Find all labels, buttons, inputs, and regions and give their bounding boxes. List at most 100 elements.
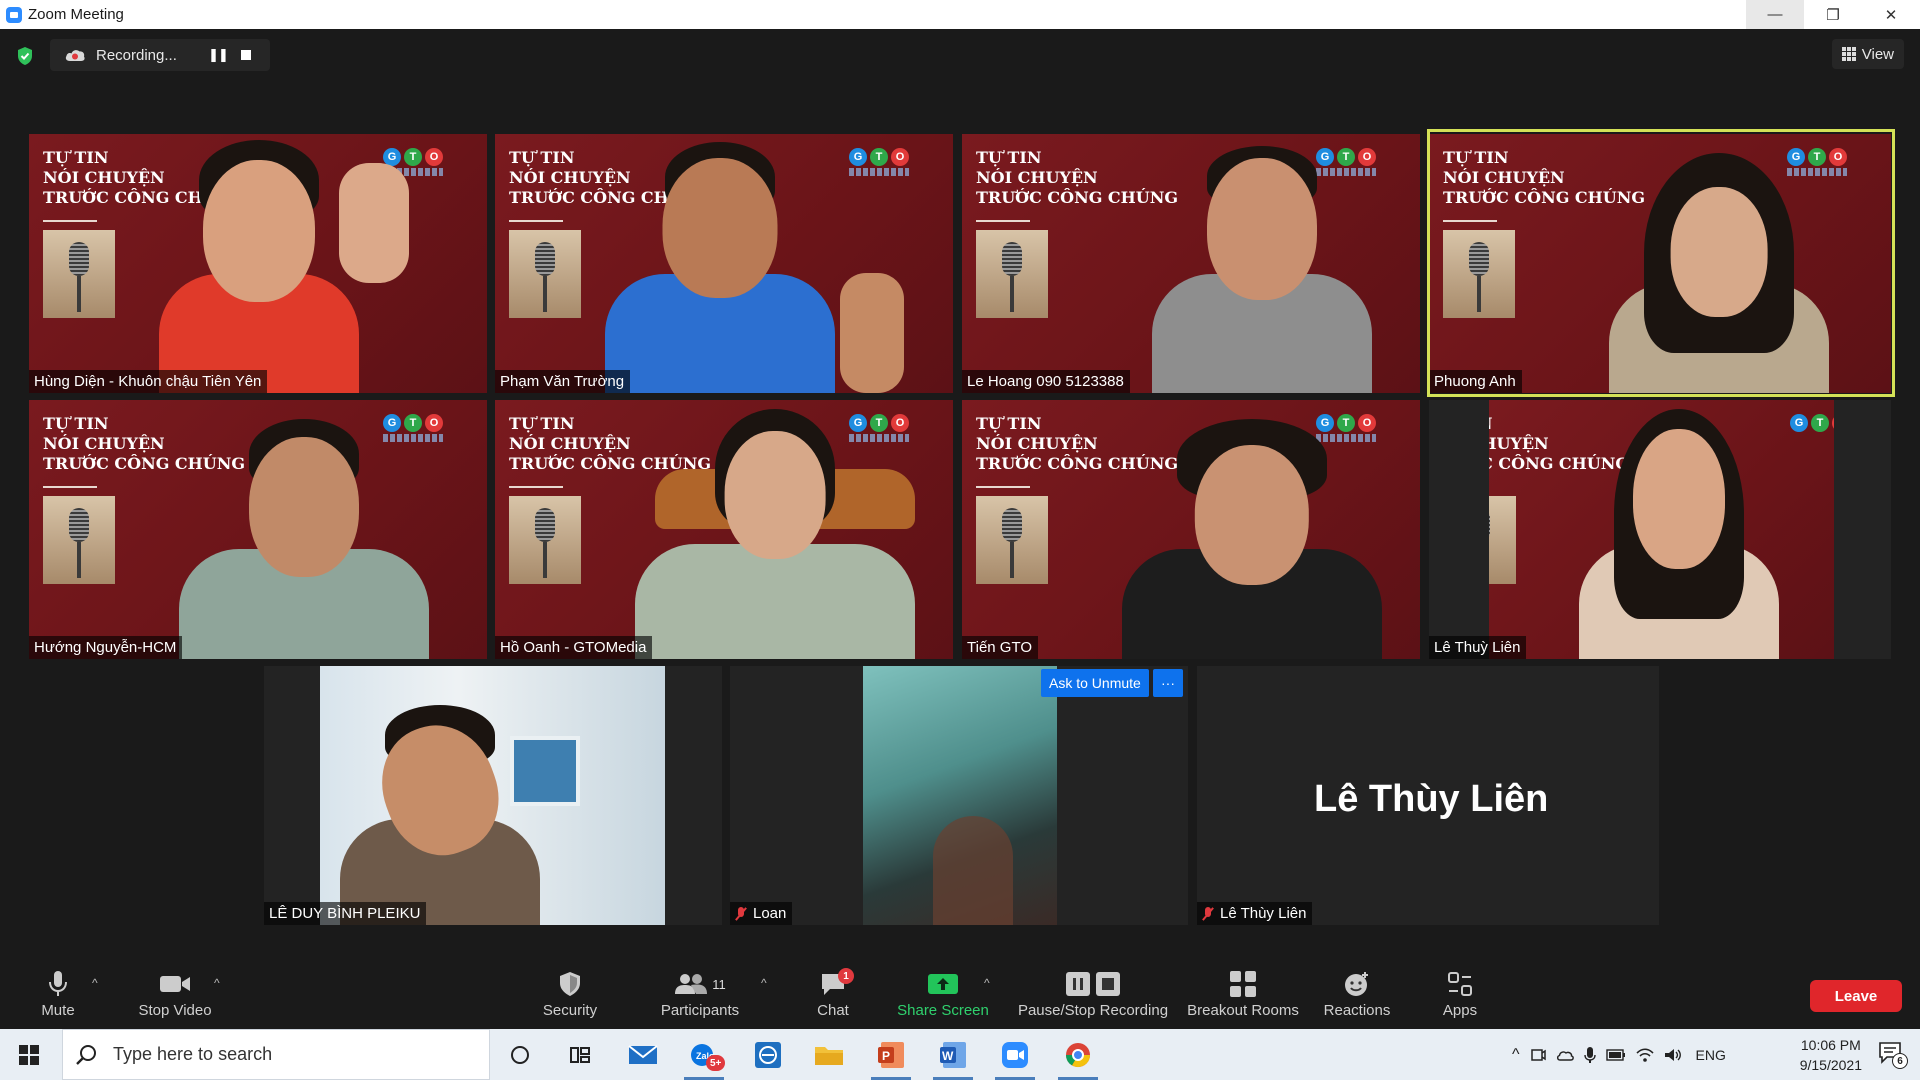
muted-mic-icon <box>735 906 747 921</box>
slide-divider <box>43 486 97 488</box>
mail-app[interactable] <box>615 1029 671 1080</box>
zoom-app[interactable] <box>987 1029 1043 1080</box>
reactions-button[interactable]: Reactions <box>1317 958 1397 1029</box>
teamviewer-app[interactable] <box>740 1029 796 1080</box>
battery-icon[interactable] <box>1605 1048 1626 1061</box>
apps-button[interactable]: Apps <box>1430 958 1490 1029</box>
zalo-badge: 5+ <box>706 1055 726 1071</box>
minimize-button[interactable]: — <box>1746 0 1804 29</box>
wifi-icon[interactable] <box>1635 1047 1654 1063</box>
video-tile[interactable]: TỰ TIN NÓI CHUYỆN TRƯỚC CÔNG CHÚNG GTO Phạ… <box>495 134 953 393</box>
share-screen-button[interactable]: Share Screen <box>893 958 993 1029</box>
close-button[interactable]: ✕ <box>1862 0 1920 29</box>
pause-recording-button[interactable]: ❚❚ <box>204 47 232 63</box>
clock-time: 10:06 PM <box>1800 1037 1861 1053</box>
language-indicator[interactable]: ENG <box>1696 1047 1726 1063</box>
word-app[interactable]: W <box>925 1029 981 1080</box>
participant-video <box>1579 409 1779 659</box>
stop-icon <box>241 50 251 60</box>
mute-button[interactable]: Mute <box>30 958 86 1029</box>
meet-now-icon[interactable] <box>1530 1047 1546 1063</box>
video-tile[interactable]: TỰ TIN NÓI CHUYỆN TRƯỚC CÔNG CHÚNG GTO Tiế… <box>962 400 1420 659</box>
breakout-rooms-button[interactable]: Breakout Rooms <box>1183 958 1303 1029</box>
powerpoint-app[interactable]: P <box>863 1029 919 1080</box>
video-tile[interactable]: LÊ DUY BÌNH PLEIKU <box>264 666 722 925</box>
task-view-button[interactable] <box>552 1029 608 1080</box>
powerpoint-icon: P <box>878 1041 904 1068</box>
participant-name: Hồ Oanh - GTOMedia <box>495 636 653 659</box>
chrome-app[interactable] <box>1050 1029 1106 1080</box>
participant-name: Lê Thuỳ Liên <box>1429 636 1527 659</box>
participant-name: Hướng Nguyễn-HCM <box>29 636 183 659</box>
participant-name: Loan <box>753 905 787 922</box>
start-button[interactable] <box>0 1029 58 1080</box>
zalo-app[interactable]: Zalo 5+ <box>676 1029 732 1080</box>
audio-options-caret[interactable]: ^ <box>92 976 98 990</box>
video-tile[interactable]: TỰ TIN NÓI CHUYỆN TRƯỚC CÔNG CHÚNG GTO Le … <box>962 134 1420 393</box>
participant-name: LÊ DUY BÌNH PLEIKU <box>264 902 427 925</box>
video-camera-icon <box>160 976 190 992</box>
participants-button[interactable]: 11 Participants <box>655 958 745 1029</box>
taskbar-search-input[interactable]: Type here to search <box>62 1029 490 1080</box>
video-tile[interactable]: TỰ TIN NÓI CHUYỆN TRƯỚC CÔNG CHÚNG GTO Hùn… <box>29 134 487 393</box>
logo-tagline <box>849 168 909 176</box>
slide-divider <box>509 486 563 488</box>
waving-hand <box>339 163 419 313</box>
leave-button[interactable]: Leave <box>1810 980 1902 1012</box>
video-tile[interactable]: Lê Thùy Liên Lê Thùy Liên <box>1197 666 1659 925</box>
video-options-caret[interactable]: ^ <box>214 976 220 990</box>
clock-date: 9/15/2021 <box>1799 1057 1862 1073</box>
system-tray: ^ ENG <box>1512 1029 1726 1080</box>
microphone-tray-icon[interactable] <box>1583 1046 1596 1064</box>
action-center-button[interactable]: 6 <box>1878 1041 1908 1069</box>
thumbs-up-hand <box>840 243 910 393</box>
video-tile[interactable]: TỰ TIN NÓI CHUYỆN TRƯỚC CÔNG CHÚNG GTO Hướ… <box>29 400 487 659</box>
microphone-image <box>976 496 1048 584</box>
participants-options-caret[interactable]: ^ <box>761 976 767 990</box>
slide-divider <box>976 220 1030 222</box>
participant-video <box>159 134 359 393</box>
participant-name: Hùng Diện - Khuôn chậu Tiên Yên <box>29 370 268 393</box>
taskbar-clock[interactable]: 10:06 PM 9/15/2021 <box>1800 1035 1862 1075</box>
video-tile[interactable]: TỰ TINNÓI CHUYỆNTRƯỚC CÔNG CHÚNG GTO Lê … <box>1429 400 1891 659</box>
more-options-button[interactable]: ··· <box>1153 669 1183 697</box>
gto-logo: GTO <box>1790 414 1834 432</box>
svg-text:W: W <box>942 1049 954 1063</box>
microphone-image <box>1443 230 1515 318</box>
pause-stop-recording-button[interactable]: Pause/Stop Recording <box>1013 958 1173 1029</box>
participant-video <box>1122 419 1382 659</box>
slide-divider <box>1443 220 1497 222</box>
show-hidden-icons-icon[interactable]: ^ <box>1512 1046 1520 1064</box>
video-tile[interactable]: TỰ TIN NÓI CHUYỆN TRƯỚC CÔNG CHÚNG GTO Hồ … <box>495 400 953 659</box>
apps-icon <box>1448 972 1472 996</box>
microphone-image <box>1489 496 1516 584</box>
participants-count: 11 <box>712 976 726 992</box>
participant-video <box>605 134 835 393</box>
onedrive-cloud-icon[interactable] <box>1556 1048 1574 1062</box>
slide-divider <box>976 486 1030 488</box>
stop-video-button[interactable]: Stop Video <box>130 958 220 1029</box>
cloud-record-icon <box>65 50 85 61</box>
ask-to-unmute-button[interactable]: Ask to Unmute <box>1041 669 1149 697</box>
security-button[interactable]: Security <box>535 958 605 1029</box>
stop-recording-button[interactable] <box>232 50 260 60</box>
restore-button[interactable]: ❐ <box>1804 0 1862 29</box>
participant-video <box>1609 153 1829 393</box>
share-options-caret[interactable]: ^ <box>984 976 990 990</box>
volume-icon[interactable] <box>1664 1047 1682 1063</box>
reactions-smiley-icon <box>1345 972 1368 996</box>
cortana-button[interactable] <box>492 1029 548 1080</box>
windows-logo-icon <box>19 1044 39 1065</box>
video-tile[interactable]: Ask to Unmute ··· Loan <box>730 666 1188 925</box>
encryption-shield-icon[interactable] <box>16 46 34 66</box>
search-placeholder: Type here to search <box>113 1044 273 1064</box>
participant-video <box>635 409 915 659</box>
microphone-icon <box>49 971 67 996</box>
participant-name-tag: Loan <box>730 902 793 925</box>
video-tile[interactable]: TỰ TIN NÓI CHUYỆN TRƯỚC CÔNG CHÚNG GTO Phu… <box>1429 134 1891 393</box>
view-button[interactable]: View <box>1831 39 1904 69</box>
folder-icon <box>815 1046 843 1065</box>
file-explorer-app[interactable] <box>801 1029 857 1080</box>
grid-view-icon <box>1841 47 1856 61</box>
mail-icon <box>628 1044 658 1064</box>
